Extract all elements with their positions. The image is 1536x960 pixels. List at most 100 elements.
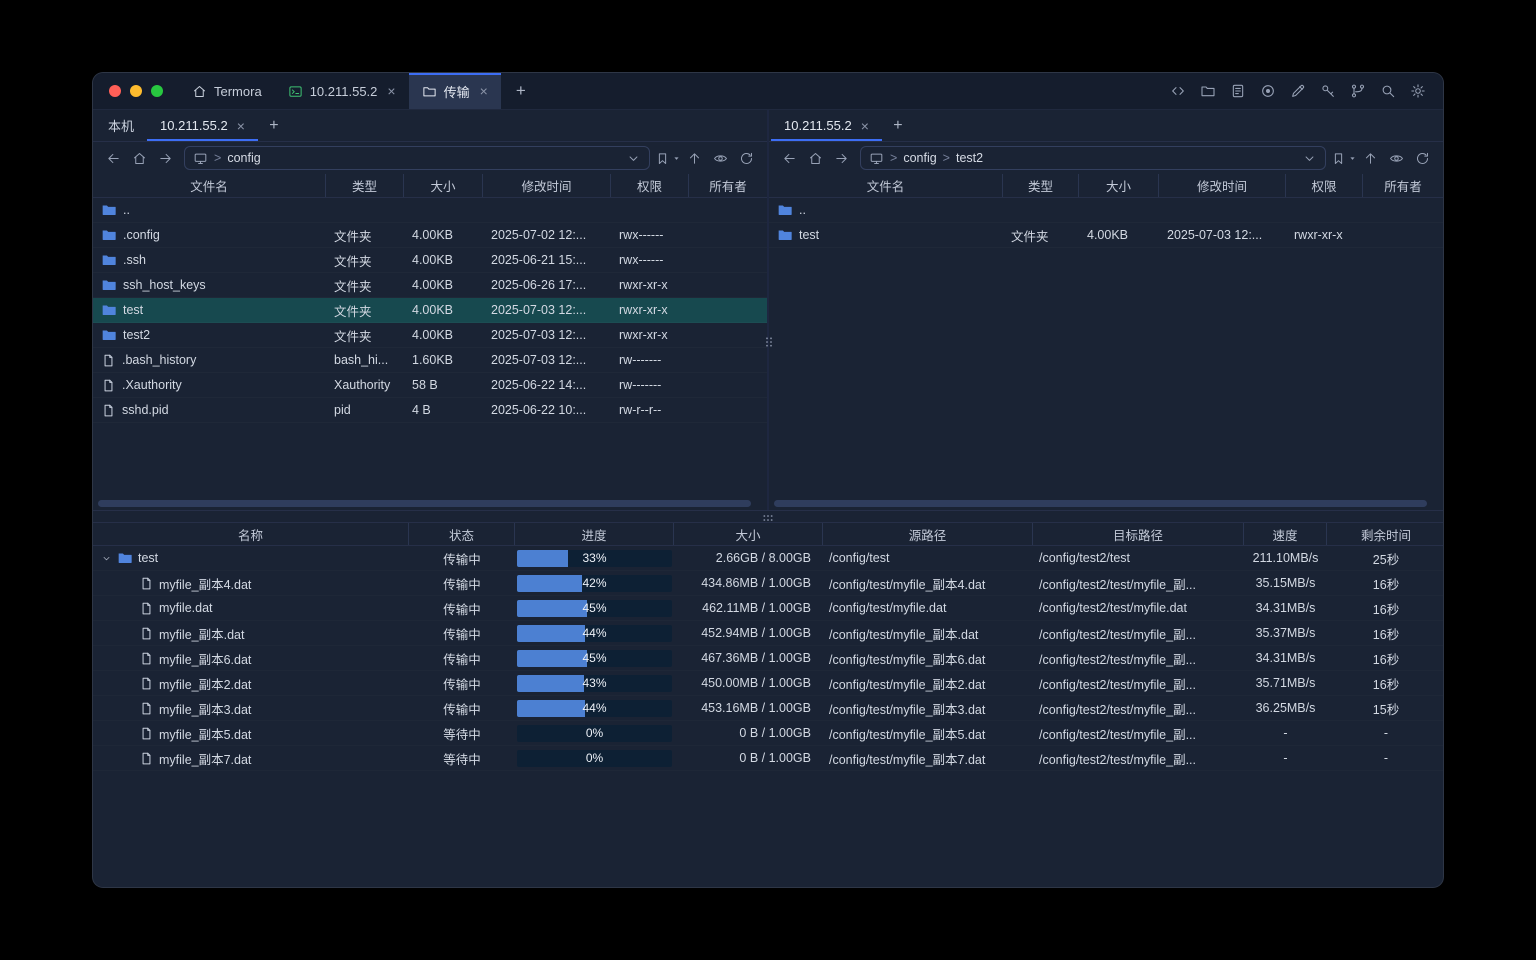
transfer-row[interactable]: myfile_副本4.dat 传输中 42% 434.86MB / 1.00GB…: [93, 571, 1443, 596]
transfer-target-path: /config/test2/test/myfile_副...: [1033, 746, 1244, 770]
scrollbar-thumb[interactable]: [98, 500, 751, 507]
column-header[interactable]: 修改时间: [1159, 174, 1286, 197]
column-header[interactable]: 文件名: [93, 174, 326, 197]
transfer-row[interactable]: myfile_副本7.dat 等待中 0% 0 B / 1.00GB /conf…: [93, 746, 1443, 771]
show-hidden-files-button[interactable]: [1385, 147, 1408, 170]
file-row[interactable]: test 文件夹 4.00KB 2025-07-03 12:... rwxr-x…: [769, 223, 1443, 248]
column-header[interactable]: 名称: [93, 523, 409, 545]
file-row[interactable]: sshd.pid pid 4 B 2025-06-22 10:... rw-r-…: [93, 398, 767, 423]
add-panel-tab-button[interactable]: +: [886, 114, 910, 138]
settings-button[interactable]: [1408, 81, 1428, 101]
scrollbar-thumb[interactable]: [774, 500, 1427, 507]
transfer-row[interactable]: myfile_副本3.dat 传输中 44% 453.16MB / 1.00GB…: [93, 696, 1443, 721]
expand-chevron-icon[interactable]: [101, 553, 112, 564]
column-header[interactable]: 类型: [1003, 174, 1079, 197]
add-panel-tab-button[interactable]: +: [262, 114, 286, 138]
breadcrumb-segment[interactable]: > config: [214, 151, 261, 165]
transfer-row[interactable]: myfile_副本6.dat 传输中 45% 467.36MB / 1.00GB…: [93, 646, 1443, 671]
file-permissions: rw-------: [611, 373, 689, 397]
home-button[interactable]: [128, 147, 151, 170]
file-row[interactable]: .Xauthority Xauthority 58 B 2025-06-22 1…: [93, 373, 767, 398]
file-row[interactable]: ..: [93, 198, 767, 223]
branch-button[interactable]: [1348, 81, 1368, 101]
file-owner: [689, 273, 767, 297]
app-tab[interactable]: Termora ×: [179, 73, 275, 109]
code-button[interactable]: [1168, 81, 1188, 101]
column-header[interactable]: 文件名: [769, 174, 1003, 197]
column-header[interactable]: 类型: [326, 174, 404, 197]
titlebar-actions: [1168, 73, 1443, 109]
progress-label: 43%: [582, 676, 606, 690]
transfer-splitter[interactable]: [93, 510, 1443, 522]
column-header[interactable]: 所有者: [689, 174, 767, 197]
file-row[interactable]: test2 文件夹 4.00KB 2025-07-03 12:... rwxr-…: [93, 323, 767, 348]
close-tab-icon[interactable]: ×: [861, 119, 869, 133]
file-owner: [689, 373, 767, 397]
back-button[interactable]: [778, 147, 801, 170]
forward-button[interactable]: [154, 147, 177, 170]
show-hidden-files-button[interactable]: [709, 147, 732, 170]
transfer-row[interactable]: myfile_副本5.dat 等待中 0% 0 B / 1.00GB /conf…: [93, 721, 1443, 746]
refresh-button[interactable]: [735, 147, 758, 170]
transfer-row[interactable]: test 传输中 33% 2.66GB / 8.00GB /config/tes…: [93, 546, 1443, 571]
column-header[interactable]: 剩余时间: [1327, 523, 1444, 545]
close-window-button[interactable]: [109, 85, 121, 97]
column-header[interactable]: 速度: [1244, 523, 1327, 545]
edit-button[interactable]: [1288, 81, 1308, 101]
chevron-down-icon[interactable]: [1302, 151, 1317, 166]
column-header[interactable]: 权限: [1286, 174, 1363, 197]
bookmark-button[interactable]: [657, 147, 680, 170]
minimize-window-button[interactable]: [130, 85, 142, 97]
parent-directory-button[interactable]: [683, 147, 706, 170]
column-header[interactable]: 修改时间: [483, 174, 611, 197]
column-header[interactable]: 源路径: [823, 523, 1033, 545]
column-header[interactable]: 所有者: [1363, 174, 1443, 197]
bookmark-button[interactable]: [1333, 147, 1356, 170]
new-tab-button[interactable]: +: [509, 79, 533, 103]
transfer-row[interactable]: myfile_副本.dat 传输中 44% 452.94MB / 1.00GB …: [93, 621, 1443, 646]
app-tab[interactable]: 10.211.55.2 ×: [275, 73, 409, 109]
path-breadcrumb[interactable]: > config: [184, 146, 650, 170]
file-row[interactable]: .config 文件夹 4.00KB 2025-07-02 12:... rwx…: [93, 223, 767, 248]
close-tab-icon[interactable]: ×: [237, 119, 245, 133]
breadcrumb-segment[interactable]: > test2: [943, 151, 983, 165]
folder-button[interactable]: [1198, 81, 1218, 101]
log-button[interactable]: [1228, 81, 1248, 101]
path-breadcrumb[interactable]: > config > test2: [860, 146, 1326, 170]
transfer-speed: 34.31MB/s: [1244, 646, 1327, 670]
search-button[interactable]: [1378, 81, 1398, 101]
panel-tab[interactable]: 10.211.55.2 ×: [771, 110, 882, 141]
key-button[interactable]: [1318, 81, 1338, 101]
record-button[interactable]: [1258, 81, 1278, 101]
transfer-source-path: /config/test/myfile_副本4.dat: [823, 571, 1033, 595]
forward-button[interactable]: [830, 147, 853, 170]
chevron-down-icon[interactable]: [626, 151, 641, 166]
transfer-row[interactable]: myfile_副本2.dat 传输中 43% 450.00MB / 1.00GB…: [93, 671, 1443, 696]
column-header[interactable]: 权限: [611, 174, 689, 197]
panel-tab[interactable]: 本机 ×: [95, 110, 147, 141]
transfer-row[interactable]: myfile.dat 传输中 45% 462.11MB / 1.00GB /co…: [93, 596, 1443, 621]
app-tab[interactable]: 传输 ×: [409, 73, 501, 109]
column-header[interactable]: 大小: [404, 174, 483, 197]
file-row[interactable]: ssh_host_keys 文件夹 4.00KB 2025-06-26 17:.…: [93, 273, 767, 298]
splitter-grip-icon[interactable]: [760, 510, 776, 526]
home-button[interactable]: [804, 147, 827, 170]
close-tab-icon[interactable]: ×: [387, 84, 395, 98]
file-row[interactable]: .bash_history bash_hi... 1.60KB 2025-07-…: [93, 348, 767, 373]
panel-tab[interactable]: 10.211.55.2 ×: [147, 110, 258, 141]
parent-directory-button[interactable]: [1359, 147, 1382, 170]
file-type: pid: [326, 398, 404, 422]
refresh-button[interactable]: [1411, 147, 1434, 170]
column-header[interactable]: 大小: [674, 523, 823, 545]
column-header[interactable]: 目标路径: [1033, 523, 1244, 545]
zoom-window-button[interactable]: [151, 85, 163, 97]
close-tab-icon[interactable]: ×: [480, 84, 488, 98]
file-row[interactable]: ..: [769, 198, 1443, 223]
column-header[interactable]: 大小: [1079, 174, 1159, 197]
column-header[interactable]: 进度: [515, 523, 674, 545]
breadcrumb-segment[interactable]: > config: [890, 151, 937, 165]
column-header[interactable]: 状态: [409, 523, 515, 545]
file-row[interactable]: .ssh 文件夹 4.00KB 2025-06-21 15:... rwx---…: [93, 248, 767, 273]
file-row[interactable]: test 文件夹 4.00KB 2025-07-03 12:... rwxr-x…: [93, 298, 767, 323]
back-button[interactable]: [102, 147, 125, 170]
